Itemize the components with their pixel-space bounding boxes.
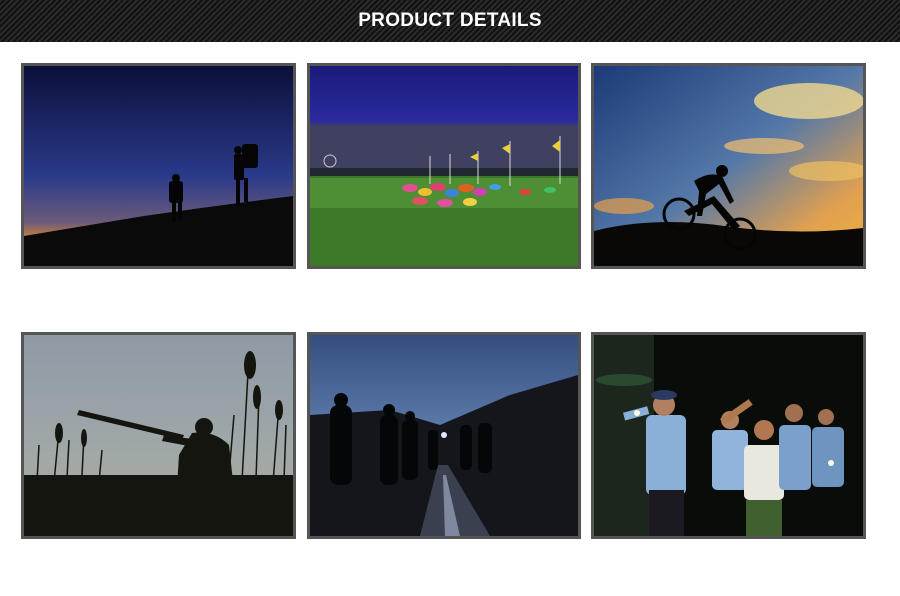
photo-hikers-at-dusk xyxy=(21,63,296,269)
banner-title: PRODUCT DETAILS xyxy=(358,10,542,31)
photo-tent-camp-at-night xyxy=(307,63,581,269)
photo-cyclist-at-sunset xyxy=(591,63,866,269)
photo-people-walking-at-night xyxy=(307,332,581,539)
photo-police-officers-with-flashlights xyxy=(591,332,866,539)
product-details-banner: PRODUCT DETAILS xyxy=(0,0,900,42)
photo-hunter-in-reeds xyxy=(21,332,296,539)
